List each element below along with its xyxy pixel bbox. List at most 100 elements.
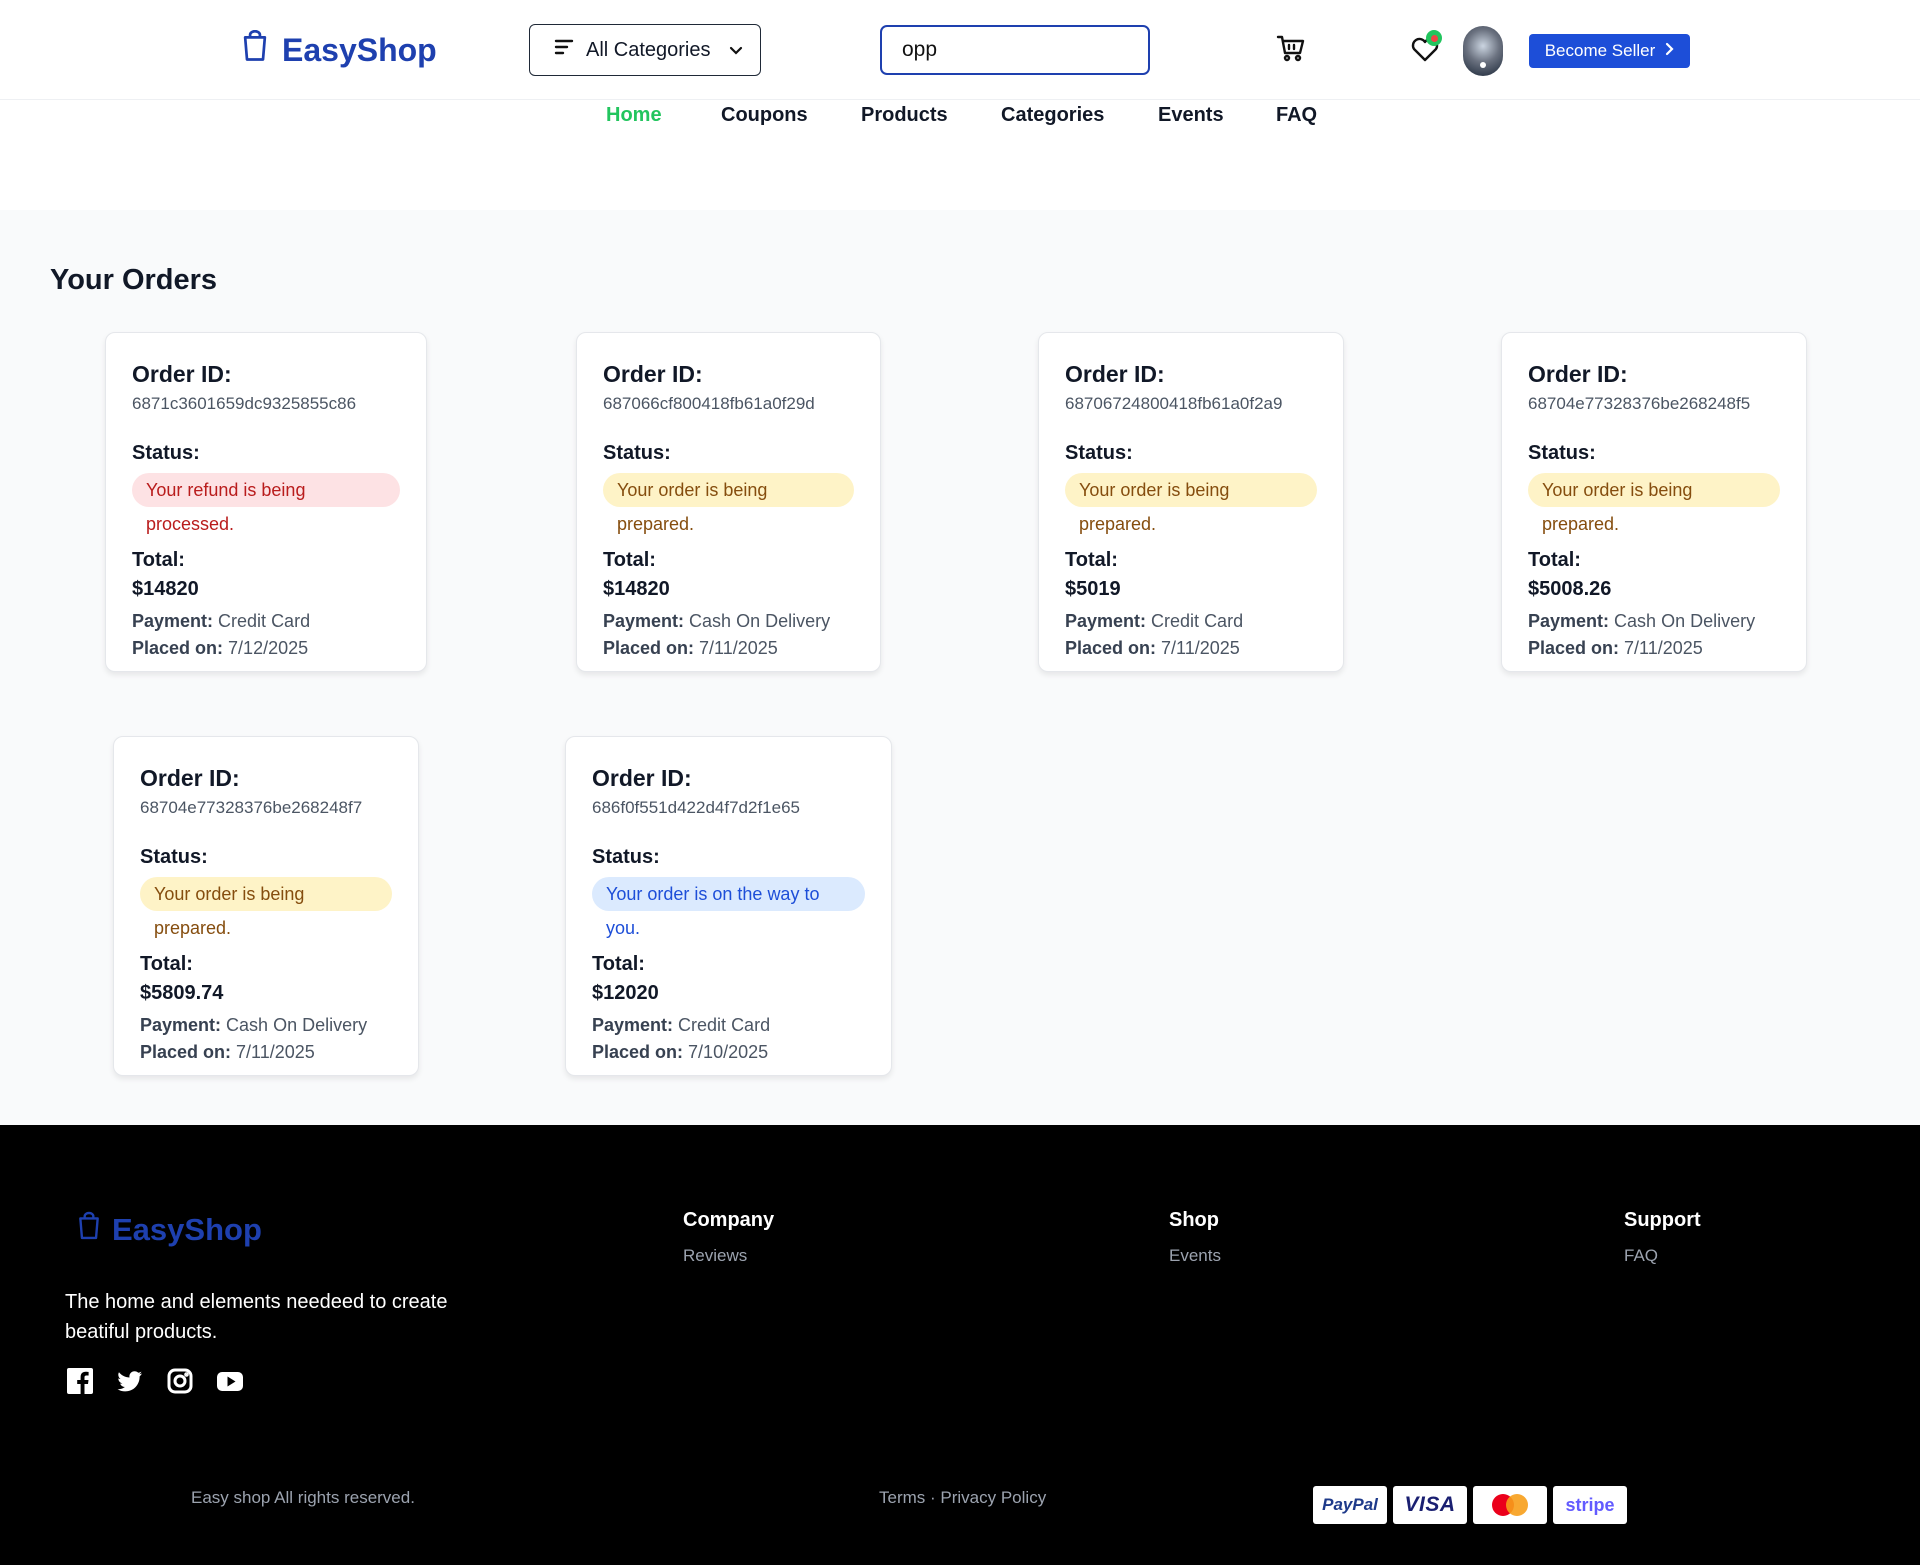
footer-link-reviews[interactable]: Reviews — [683, 1246, 774, 1266]
footer-column-title: Shop — [1169, 1209, 1219, 1231]
order-card[interactable]: Order ID: 687066cf800418fb61a0f29d Statu… — [576, 332, 881, 672]
cart-icon[interactable] — [1275, 32, 1307, 64]
payment-label: Payment: — [603, 611, 685, 631]
shopping-bag-icon — [240, 29, 270, 70]
footer-column-shop: Shop Events — [1169, 1209, 1221, 1266]
nav-item-home[interactable]: Home — [606, 104, 662, 127]
status-label: Status: — [1065, 442, 1133, 464]
footer-column-company: Company Reviews — [683, 1209, 774, 1266]
total-value: $14820 — [132, 578, 199, 600]
payment-row: Payment: Cash On Delivery — [1528, 611, 1780, 632]
footer-brand-logo[interactable]: EasyShop — [76, 1211, 262, 1249]
order-id-value: 68706724800418fb61a0f2a9 — [1065, 394, 1283, 413]
nav-item-coupons[interactable]: Coupons — [721, 104, 808, 127]
instagram-icon[interactable] — [166, 1367, 194, 1395]
placed-on-label: Placed on: — [603, 638, 695, 658]
twitter-icon[interactable] — [116, 1367, 144, 1395]
placed-on-label: Placed on: — [1065, 638, 1157, 658]
placed-on-label: Placed on: — [592, 1042, 684, 1062]
total-label: Total: — [1528, 549, 1581, 571]
status-label: Status: — [592, 846, 660, 868]
payment-label: Payment: — [592, 1015, 674, 1035]
placed-on-row: Placed on: 7/11/2025 — [1065, 638, 1317, 659]
payment-row: Payment: Cash On Delivery — [140, 1015, 392, 1036]
status-badge: Your order is being prepared. — [140, 877, 392, 938]
nav-item-events[interactable]: Events — [1158, 104, 1224, 127]
payment-value: Credit Card — [218, 611, 311, 631]
user-avatar[interactable] — [1463, 26, 1503, 76]
placed-on-value: 7/11/2025 — [1161, 638, 1240, 658]
nav-item-faq[interactable]: FAQ — [1276, 104, 1317, 127]
status-label: Status: — [603, 442, 671, 464]
order-id-value: 68704e77328376be268248f7 — [140, 798, 363, 817]
total-label: Total: — [132, 549, 185, 571]
payment-row: Payment: Credit Card — [132, 611, 400, 632]
privacy-policy-link[interactable]: Privacy Policy — [940, 1488, 1046, 1507]
payment-value: Cash On Delivery — [1614, 611, 1756, 631]
order-id-label: Order ID: — [132, 361, 232, 387]
order-card[interactable]: Order ID: 6871c3601659dc9325855c86 Statu… — [105, 332, 427, 672]
status-badge: Your refund is being processed. — [132, 473, 400, 534]
status-label: Status: — [1528, 442, 1596, 464]
stripe-logo: stripe — [1553, 1486, 1627, 1524]
total-label: Total: — [603, 549, 656, 571]
status-badge: Your order is being prepared. — [1065, 473, 1317, 534]
payment-value: Cash On Delivery — [226, 1015, 368, 1035]
become-seller-label: Become Seller — [1544, 41, 1656, 60]
order-card[interactable]: Order ID: 68704e77328376be268248f5 Statu… — [1501, 332, 1807, 672]
payment-row: Payment: Cash On Delivery — [603, 611, 854, 632]
status-label: Status: — [132, 442, 200, 464]
terms-link[interactable]: Terms — [879, 1488, 925, 1507]
total-value: $14820 — [603, 578, 670, 600]
legal-separator: · — [925, 1488, 941, 1507]
nav-item-products[interactable]: Products — [861, 104, 948, 127]
legal-links: Terms · Privacy Policy — [879, 1488, 1046, 1508]
search-input[interactable] — [880, 25, 1150, 75]
sort-lines-icon — [554, 38, 574, 62]
page-title: Your Orders — [50, 264, 218, 296]
all-categories-dropdown[interactable]: All Categories — [529, 24, 761, 76]
payment-label: Payment: — [1528, 611, 1610, 631]
status-badge: Your order is being prepared. — [1528, 473, 1780, 534]
become-seller-button[interactable]: Become Seller — [1529, 34, 1690, 68]
placed-on-row: Placed on: 7/10/2025 — [592, 1042, 865, 1063]
payment-methods: PayPal VISA stripe — [1313, 1486, 1627, 1524]
footer-link-faq[interactable]: FAQ — [1624, 1246, 1701, 1266]
total-label: Total: — [1065, 549, 1118, 571]
payment-value: Credit Card — [678, 1015, 771, 1035]
footer-link-events[interactable]: Events — [1169, 1246, 1221, 1266]
footer-column-title: Support — [1624, 1209, 1701, 1231]
total-value: $5008.26 — [1528, 578, 1612, 600]
order-card[interactable]: Order ID: 686f0f551d422d4f7d2f1e65 Statu… — [565, 736, 892, 1076]
placed-on-value: 7/11/2025 — [1624, 638, 1703, 658]
payment-label: Payment: — [132, 611, 214, 631]
site-header: EasyShop All Categories Become Seller — [0, 0, 1920, 100]
footer-column-support: Support FAQ — [1624, 1209, 1701, 1266]
placed-on-value: 7/11/2025 — [699, 638, 778, 658]
main-nav: Home Coupons Products Categories Events … — [0, 104, 1920, 134]
payment-label: Payment: — [1065, 611, 1147, 631]
order-id-label: Order ID: — [1065, 361, 1165, 387]
youtube-icon[interactable] — [216, 1367, 244, 1395]
order-card[interactable]: Order ID: 68704e77328376be268248f7 Statu… — [113, 736, 419, 1076]
paypal-logo: PayPal — [1313, 1486, 1387, 1524]
total-value: $5809.74 — [140, 982, 224, 1004]
shopping-bag-icon — [76, 1211, 102, 1249]
order-id-value: 68704e77328376be268248f5 — [1528, 394, 1751, 413]
order-id-label: Order ID: — [592, 765, 692, 791]
chevron-right-icon — [1665, 41, 1674, 61]
facebook-icon[interactable] — [66, 1367, 94, 1395]
brand-logo[interactable]: EasyShop — [240, 29, 437, 70]
brand-name: EasyShop — [282, 31, 437, 68]
order-card[interactable]: Order ID: 68706724800418fb61a0f2a9 Statu… — [1038, 332, 1344, 672]
footer-brand-name: EasyShop — [112, 1212, 262, 1247]
order-id-label: Order ID: — [1528, 361, 1628, 387]
payment-label: Payment: — [140, 1015, 222, 1035]
status-label: Status: — [140, 846, 208, 868]
placed-on-row: Placed on: 7/11/2025 — [140, 1042, 392, 1063]
placed-on-row: Placed on: 7/11/2025 — [1528, 638, 1780, 659]
placed-on-label: Placed on: — [1528, 638, 1620, 658]
nav-item-categories[interactable]: Categories — [1001, 104, 1104, 127]
order-id-label: Order ID: — [603, 361, 703, 387]
placed-on-label: Placed on: — [132, 638, 224, 658]
